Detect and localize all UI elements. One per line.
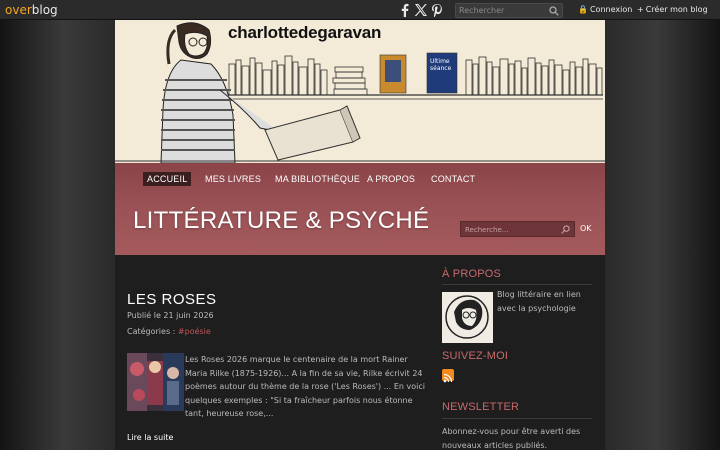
login-label: Connexion [589, 5, 633, 14]
logo-blog: blog [31, 3, 58, 17]
post-categories: Catégories : #poésie [127, 327, 211, 336]
newsletter-text: Abonnez-vous pour être averti des nouvea… [442, 427, 581, 450]
follow-heading: SUIVEZ-MOI [442, 350, 509, 362]
post-thumbnail[interactable] [127, 353, 184, 411]
main-content: LES ROSES Publié le 21 juin 2026 Catégor… [115, 255, 605, 450]
logo-over: over [5, 3, 32, 17]
post-excerpt: Les Roses 2026 marque le centenaire de l… [185, 355, 425, 418]
divider [442, 418, 592, 419]
background-left [0, 20, 115, 450]
post-date: Publié le 21 juin 2026 [127, 311, 214, 320]
author-avatar[interactable] [442, 292, 493, 343]
categories-label: Catégories : [127, 327, 176, 336]
facebook-icon[interactable] [398, 2, 412, 18]
overblog-logo[interactable]: overblog [5, 3, 58, 17]
site-title[interactable]: LITTÉRATURE & PSYCHÉ [133, 207, 429, 235]
pinterest-icon[interactable] [430, 2, 444, 18]
read-more-link[interactable]: Lire la suite [127, 433, 173, 442]
category-tag[interactable]: #poésie [178, 327, 211, 336]
svg-text:Ultime: Ultime [430, 58, 450, 65]
rss-icon[interactable] [442, 369, 454, 383]
top-search-input[interactable] [459, 4, 547, 17]
nav-item-ma-bibliotheque[interactable]: Ma bibliothèque [275, 172, 360, 186]
create-blog-link[interactable]: + Créer mon blog [637, 5, 708, 14]
overblog-topbar: overblog 🔒Connexion +Créer mon blog [0, 0, 720, 20]
post-title[interactable]: LES ROSES [127, 291, 217, 308]
main-navigation: Accueil Mes livres Ma bibliothèque A pro… [115, 163, 605, 255]
nav-item-mes-livres[interactable]: Mes livres [205, 172, 261, 186]
top-search-box [455, 3, 563, 18]
x-icon[interactable] [414, 2, 428, 18]
plus-icon: + [637, 5, 644, 14]
login-link[interactable]: 🔒 Connexion [578, 5, 632, 14]
nav-item-accueil[interactable]: Accueil [143, 172, 192, 186]
nav-item-a-propos[interactable]: A propos [367, 172, 415, 186]
nav-item-contact[interactable]: Contact [431, 172, 475, 186]
divider [442, 284, 592, 285]
newsletter-heading: NEWSLETTER [442, 401, 520, 413]
blog-handle: charlottedegaravan [228, 23, 382, 42]
background-right [605, 20, 720, 450]
lock-icon: 🔒 [578, 5, 588, 14]
about-heading: À PROPOS [442, 268, 502, 280]
search-ok-button[interactable]: OK [580, 224, 592, 233]
search-icon[interactable] [549, 6, 559, 16]
blog-search-box [460, 221, 575, 237]
search-icon[interactable] [561, 225, 570, 234]
header-banner[interactable]: Ultime séance charlottedegaravan [115, 20, 605, 163]
svg-text:séance: séance [430, 65, 452, 72]
blog-search-input[interactable] [465, 223, 557, 236]
about-text: Blog littéraire en lien avec la psycholo… [497, 290, 581, 313]
create-blog-label: Créer mon blog [645, 5, 708, 14]
